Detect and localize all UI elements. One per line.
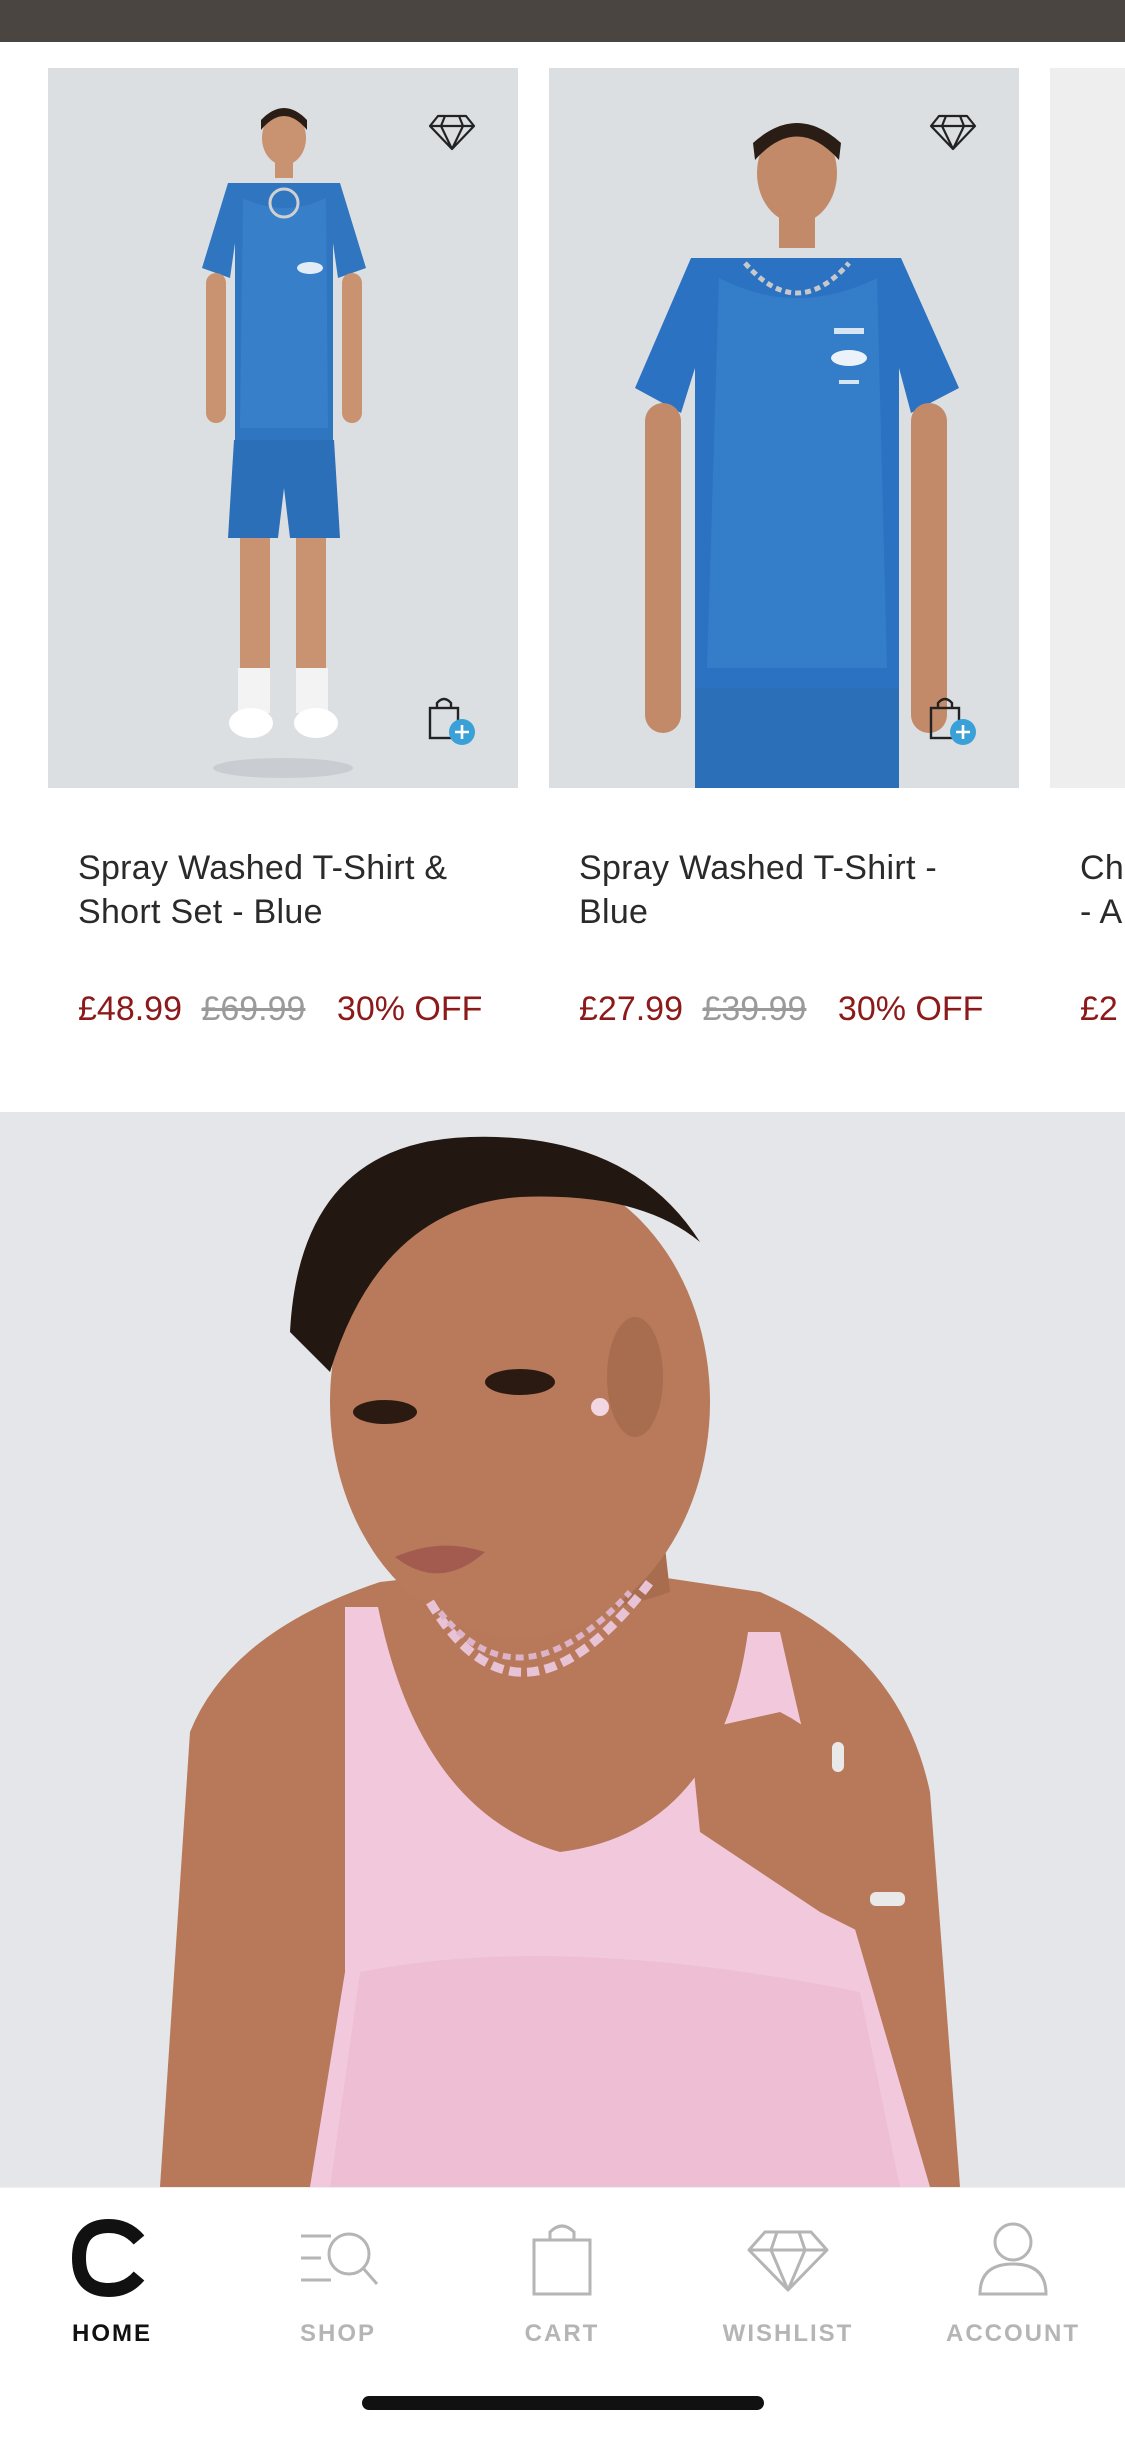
product-title[interactable]: Ch - A xyxy=(1080,846,1125,934)
product-card[interactable]: Spray Washed T-Shirt & Short Set - Blue … xyxy=(48,68,518,1028)
tab-wishlist[interactable]: WISHLIST xyxy=(688,2218,888,2348)
original-price: £69.99 xyxy=(201,990,306,1028)
wishlist-diamond-icon[interactable] xyxy=(929,112,977,152)
product-image[interactable] xyxy=(549,68,1019,788)
product-card-partial[interactable]: Ch - A £2 xyxy=(1050,68,1125,1028)
tab-label: HOME xyxy=(72,2320,152,2347)
sale-price: £2 xyxy=(1080,990,1118,1028)
bag-icon xyxy=(532,2224,592,2296)
sale-price: £27.99 xyxy=(579,990,683,1028)
product-title[interactable]: Spray Washed T-Shirt & Short Set - Blue xyxy=(78,846,508,934)
status-strip xyxy=(0,0,1125,42)
add-to-bag-icon[interactable] xyxy=(927,694,979,746)
home-indicator[interactable] xyxy=(362,2396,764,2410)
tab-label: SHOP xyxy=(299,2320,376,2347)
tab-home[interactable]: HOME xyxy=(12,2218,212,2348)
tab-account[interactable]: ACCOUNT xyxy=(913,2218,1113,2348)
brand-logo-icon xyxy=(71,2218,145,2298)
tab-shop[interactable]: SHOP xyxy=(238,2218,438,2348)
product-image[interactable] xyxy=(48,68,518,788)
model-pink-top-image xyxy=(0,1112,1125,2187)
tab-label: ACCOUNT xyxy=(946,2320,1080,2347)
sale-price: £48.99 xyxy=(78,990,182,1028)
add-to-bag-icon[interactable] xyxy=(426,694,478,746)
product-card[interactable]: Spray Washed T-Shirt - Blue £27.99 £39.9… xyxy=(549,68,1019,1028)
model-full-body-image xyxy=(48,68,518,788)
discount-label: 30% OFF xyxy=(837,990,984,1028)
tab-label: WISHLIST xyxy=(722,2320,854,2347)
tab-label: CART xyxy=(524,2320,600,2347)
price-row: £48.99 £69.99 30% OFF xyxy=(78,990,482,1029)
product-title[interactable]: Spray Washed T-Shirt - Blue xyxy=(579,846,1009,934)
wishlist-diamond-icon[interactable] xyxy=(428,112,476,152)
user-icon xyxy=(978,2222,1048,2296)
original-price: £39.99 xyxy=(702,990,807,1028)
search-menu-icon xyxy=(301,2232,379,2285)
product-image[interactable] xyxy=(1050,68,1125,788)
product-carousel[interactable]: Spray Washed T-Shirt & Short Set - Blue … xyxy=(0,68,1125,1058)
tab-cart[interactable]: CART xyxy=(462,2218,662,2348)
diamond-icon xyxy=(747,2230,829,2292)
model-closeup-image xyxy=(549,68,1019,788)
discount-label: 30% OFF xyxy=(336,990,483,1028)
price-row: £2 xyxy=(1080,990,1118,1029)
price-row: £27.99 £39.99 30% OFF xyxy=(579,990,983,1029)
promo-banner[interactable] xyxy=(0,1112,1125,2187)
